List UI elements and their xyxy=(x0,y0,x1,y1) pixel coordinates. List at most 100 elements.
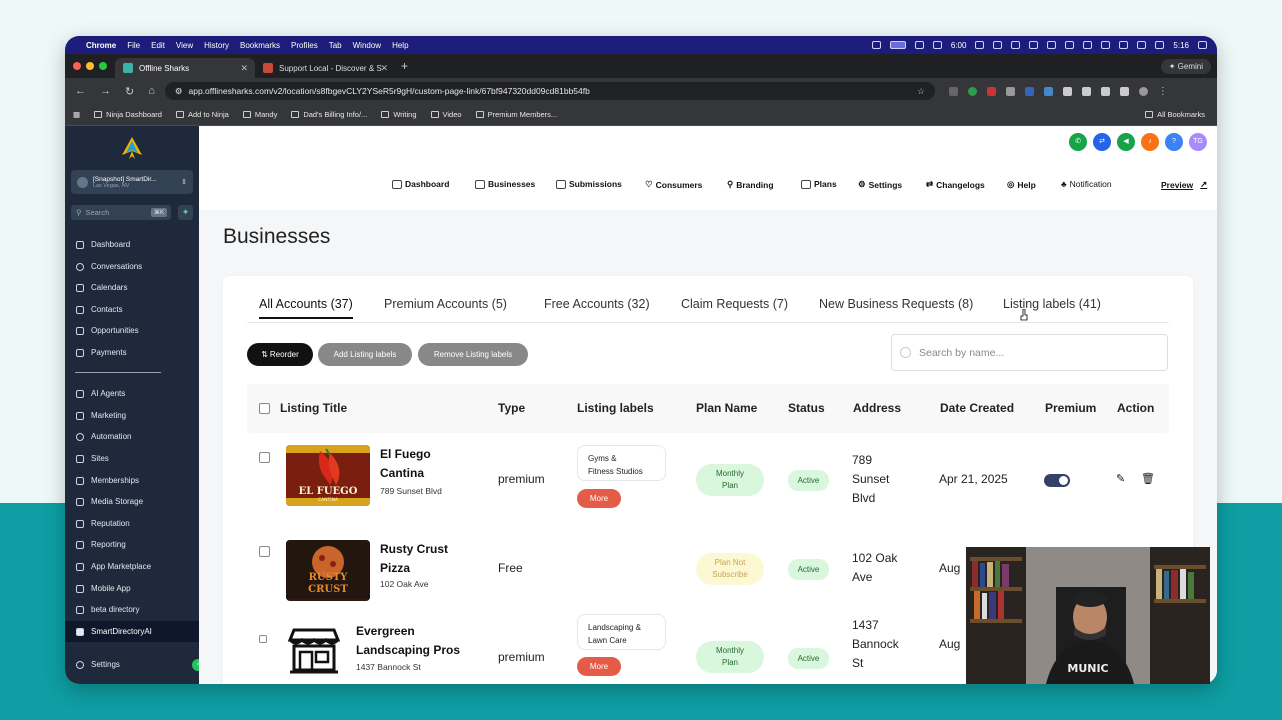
sidebar-item-reputation[interactable]: Reputation xyxy=(65,513,199,534)
nav-submissions[interactable]: Submissions xyxy=(556,179,622,189)
tab-offline-sharks[interactable]: Offline Sharks ✕ xyxy=(115,58,255,78)
menu-view[interactable]: View xyxy=(176,41,193,50)
search-input[interactable]: Search by name... xyxy=(891,334,1168,371)
close-tab-icon[interactable]: ✕ xyxy=(240,63,248,74)
zoom-window-button[interactable] xyxy=(99,62,107,70)
add-listing-labels-button[interactable]: Add Listing labels xyxy=(318,343,412,366)
sidebar-search[interactable]: ⚲ Search ⌘K xyxy=(71,205,171,220)
sidebar-item-app-marketplace[interactable]: App Marketplace xyxy=(65,556,199,577)
sidebar-item-sites[interactable]: Sites xyxy=(65,448,199,469)
menu-history[interactable]: History xyxy=(204,41,229,50)
dropbox-icon[interactable] xyxy=(975,41,985,49)
minimize-window-button[interactable] xyxy=(86,62,94,70)
extension-icon[interactable] xyxy=(1005,86,1015,96)
tab-all-accounts[interactable]: All Accounts (37) xyxy=(259,297,353,319)
site-info-icon[interactable]: ⚙ xyxy=(175,86,183,97)
bookmark-item[interactable]: Premium Members... xyxy=(475,110,557,119)
col-date-created[interactable]: Date Created xyxy=(940,401,1014,415)
col-status[interactable]: Status xyxy=(788,401,825,415)
col-plan-name[interactable]: Plan Name xyxy=(696,401,757,415)
nav-notification[interactable]: ♣ Notification xyxy=(1061,179,1112,189)
status-icon[interactable] xyxy=(1065,41,1075,49)
nav-dashboard[interactable]: Dashboard xyxy=(392,179,449,189)
reorder-button[interactable]: ⇅ Reorder xyxy=(247,343,313,366)
row-checkbox[interactable] xyxy=(259,452,270,463)
apps-grid-icon[interactable]: ▦ xyxy=(73,110,80,119)
all-bookmarks[interactable]: All Bookmarks xyxy=(1145,110,1205,119)
clock[interactable]: 5:16 xyxy=(1173,41,1189,50)
sidebar-item-opportunities[interactable]: Opportunities xyxy=(65,320,199,341)
tab-premium-accounts[interactable]: Premium Accounts (5) xyxy=(384,297,507,311)
col-type[interactable]: Type xyxy=(498,401,525,415)
battery-icon[interactable] xyxy=(1137,41,1147,49)
sidebar-item-media-storage[interactable]: Media Storage xyxy=(65,491,199,512)
status-icon[interactable] xyxy=(1101,41,1111,49)
tab-free-accounts[interactable]: Free Accounts (32) xyxy=(544,297,650,311)
extension-icon[interactable] xyxy=(1043,86,1053,96)
more-labels-button[interactable]: More xyxy=(577,489,621,508)
sidebar-item-reporting[interactable]: Reporting xyxy=(65,534,199,555)
home-icon[interactable]: ⌂ xyxy=(148,85,155,98)
business-name[interactable]: Rusty Crust Pizza xyxy=(380,540,448,578)
table-row[interactable]: EL FUEGO CANTINA El Fuego Cantina 789 Sun… xyxy=(247,436,1169,525)
sidebar-item-dashboard[interactable]: Dashboard xyxy=(65,234,199,255)
search-icon[interactable] xyxy=(1047,41,1057,49)
menu-window[interactable]: Window xyxy=(353,41,381,50)
nav-settings[interactable]: ⚙ Settings xyxy=(858,179,902,190)
sidebar-item-settings[interactable]: Settings xyxy=(65,654,199,675)
extension-icon[interactable] xyxy=(986,86,996,96)
extensions-puzzle-icon[interactable] xyxy=(1062,86,1072,96)
sidebar-item-contacts[interactable]: Contacts xyxy=(65,299,199,320)
quick-add-button[interactable]: ✦ xyxy=(178,205,193,220)
gemini-button[interactable]: ✦ Gemini xyxy=(1160,58,1211,74)
sidebar-item-automation[interactable]: Automation xyxy=(65,426,199,447)
menu-profiles[interactable]: Profiles xyxy=(291,41,318,50)
premium-toggle[interactable] xyxy=(1044,474,1070,487)
status-icon[interactable] xyxy=(914,41,924,49)
bookmark-item[interactable]: Video xyxy=(430,110,462,119)
bookmark-item[interactable]: Add to Ninja xyxy=(175,110,229,119)
row-checkbox[interactable] xyxy=(259,546,270,557)
status-icon[interactable] xyxy=(1083,41,1093,49)
menu-file[interactable]: File xyxy=(127,41,140,50)
account-switcher[interactable]: [Snapshot] SmartDir... Las Vegas, NV ⇕ xyxy=(71,170,193,194)
status-icon[interactable] xyxy=(1011,41,1021,49)
sidebar-item-smartdirectoryai[interactable]: SmartDirectoryAI xyxy=(65,621,199,642)
status-icon[interactable] xyxy=(1029,41,1039,49)
edit-icon[interactable]: ✎ xyxy=(1116,472,1125,485)
reload-icon[interactable]: ↻ xyxy=(125,85,134,98)
sidebar-item-payments[interactable]: Payments xyxy=(65,342,199,363)
tab-new-business-requests[interactable]: New Business Requests (8) xyxy=(819,297,973,311)
trash-icon[interactable]: 🗑 xyxy=(1141,472,1155,485)
timer-readout[interactable]: 6:00 xyxy=(951,41,967,50)
extension-icon[interactable] xyxy=(967,86,977,96)
megaphone-icon[interactable]: ◀ xyxy=(1117,133,1135,151)
nav-changelogs[interactable]: ⇄ Changelogs xyxy=(926,179,985,190)
sidebar-item-memberships[interactable]: Memberships xyxy=(65,470,199,491)
tab-listing-labels[interactable]: Listing labels (41) xyxy=(1003,297,1101,311)
menu-tab[interactable]: Tab xyxy=(329,41,342,50)
sidebar-item-conversations[interactable]: Conversations xyxy=(65,256,199,277)
new-tab-button[interactable]: + xyxy=(401,59,408,73)
more-menu-icon[interactable]: ⋮ xyxy=(1158,86,1168,96)
nav-consumers[interactable]: ♡ Consumers xyxy=(645,179,702,190)
row-checkbox[interactable] xyxy=(259,635,267,643)
sidebar-item-marketing[interactable]: Marketing xyxy=(65,405,199,426)
menu-help[interactable]: Help xyxy=(392,41,408,50)
col-listing-labels[interactable]: Listing labels xyxy=(577,401,654,415)
status-icon[interactable] xyxy=(932,41,942,49)
bookmark-item[interactable]: Ninja Dashboard xyxy=(94,110,162,119)
sidebar-item-mobile-app[interactable]: Mobile App xyxy=(65,578,199,599)
wifi-icon[interactable] xyxy=(1119,41,1129,49)
sidepanel-icon[interactable] xyxy=(1081,86,1091,96)
menu-chrome[interactable]: Chrome xyxy=(86,41,116,50)
bookmark-star-icon[interactable]: ☆ xyxy=(917,86,925,97)
business-name[interactable]: El Fuego Cantina xyxy=(380,445,431,483)
more-labels-button[interactable]: More xyxy=(577,657,621,676)
status-icon[interactable] xyxy=(993,41,1003,49)
connect-icon[interactable]: ⇄ xyxy=(1093,133,1111,151)
nav-plans[interactable]: Plans xyxy=(801,179,837,189)
sidebar-item-calendars[interactable]: Calendars xyxy=(65,277,199,298)
user-avatar[interactable]: TG xyxy=(1189,133,1207,151)
sidebar-item-beta-directory[interactable]: beta directory xyxy=(65,599,199,620)
